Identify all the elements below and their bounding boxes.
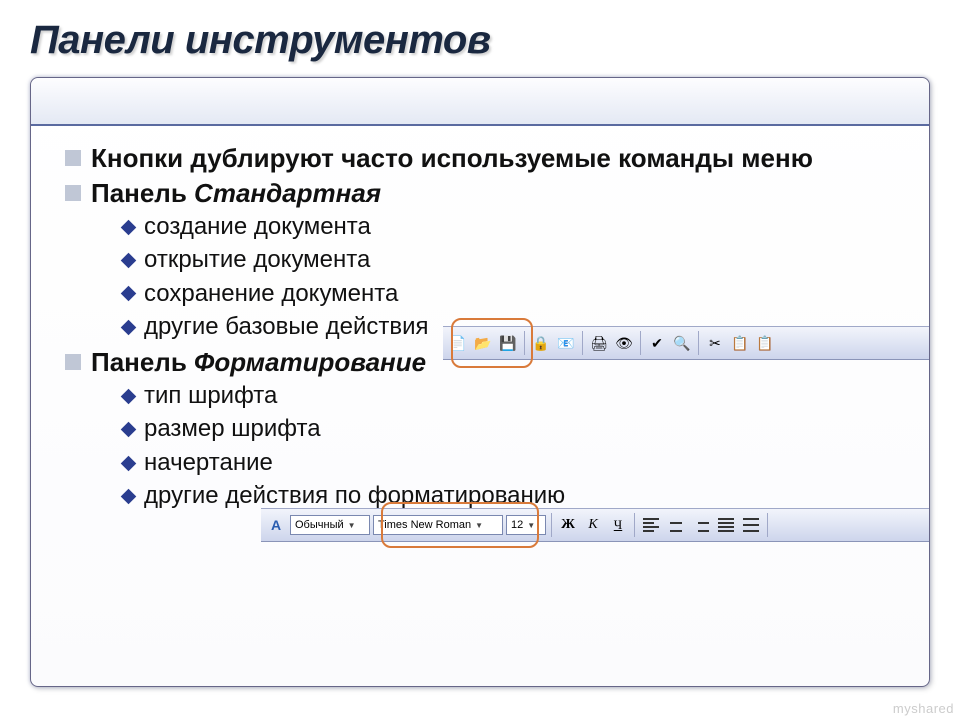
- bullet-2-text: Панель Стандартная: [91, 177, 381, 210]
- bullet-3-italic: Форматирование: [194, 347, 426, 377]
- line-spacing-icon[interactable]: [740, 514, 762, 536]
- list-item: тип шрифта: [123, 380, 895, 412]
- save-icon[interactable]: 💾: [497, 332, 519, 354]
- print-icon[interactable]: 🖨: [588, 332, 610, 354]
- sub-text: открытие документа: [144, 244, 370, 276]
- size-combo-label: 12: [511, 519, 523, 531]
- formatting-toolbar: A Обычный ▼ Times New Roman ▼ 12 ▼ Ж К Ч: [261, 508, 930, 542]
- align-justify-icon[interactable]: [715, 514, 737, 536]
- research-icon[interactable]: 🔍: [671, 332, 693, 354]
- font-combo-label: Times New Roman: [378, 519, 471, 531]
- diamond-bullet-icon: [121, 422, 137, 438]
- bullet-1: Кнопки дублируют часто используемые кома…: [65, 142, 895, 175]
- sub-text: тип шрифта: [144, 380, 277, 412]
- spellcheck-icon[interactable]: ✔: [646, 332, 668, 354]
- sub-text: размер шрифта: [144, 413, 321, 445]
- standard-toolbar: 📄 📂 💾 🔒 📧 🖨 👁 ✔ 🔍 ✂ 📋 📋: [443, 326, 930, 360]
- preview-icon[interactable]: 👁: [613, 332, 635, 354]
- style-combo[interactable]: Обычный ▼: [290, 515, 370, 535]
- standard-sublist: создание документа открытие документа со…: [123, 211, 895, 344]
- list-item: создание документа: [123, 211, 895, 243]
- size-combo[interactable]: 12 ▼: [506, 515, 546, 535]
- separator: [582, 331, 583, 355]
- bullet-1-text: Кнопки дублируют часто используемые кома…: [91, 142, 813, 175]
- watermark: myshared: [893, 701, 954, 716]
- diamond-bullet-icon: [121, 455, 137, 471]
- separator: [767, 513, 768, 537]
- italic-button[interactable]: К: [582, 514, 604, 536]
- sub-text: создание документа: [144, 211, 371, 243]
- diamond-bullet-icon: [121, 253, 137, 269]
- list-item: начертание: [123, 447, 895, 479]
- sub-text: другие базовые действия: [144, 311, 429, 343]
- align-right-icon[interactable]: [690, 514, 712, 536]
- align-left-icon[interactable]: [640, 514, 662, 536]
- permission-icon[interactable]: 🔒: [530, 332, 552, 354]
- list-item: сохранение документа: [123, 278, 895, 310]
- bold-button[interactable]: Ж: [557, 514, 579, 536]
- chevron-down-icon: ▼: [527, 521, 535, 530]
- square-bullet-icon: [65, 185, 81, 201]
- bullet-3-plain: Панель: [91, 347, 194, 377]
- list-item: открытие документа: [123, 244, 895, 276]
- bullet-2-plain: Панель: [91, 178, 194, 208]
- slide-title: Панели инструментов: [30, 18, 930, 63]
- styles-icon[interactable]: A: [265, 514, 287, 536]
- copy-icon[interactable]: 📋: [729, 332, 751, 354]
- diamond-bullet-icon: [121, 489, 137, 505]
- diamond-bullet-icon: [121, 388, 137, 404]
- new-doc-icon[interactable]: 📄: [447, 332, 469, 354]
- chevron-down-icon: ▼: [348, 521, 356, 530]
- paste-icon[interactable]: 📋: [754, 332, 776, 354]
- diamond-bullet-icon: [121, 219, 137, 235]
- mail-icon[interactable]: 📧: [555, 332, 577, 354]
- cut-icon[interactable]: ✂: [704, 332, 726, 354]
- chevron-down-icon: ▼: [475, 521, 483, 530]
- sub-text: сохранение документа: [144, 278, 398, 310]
- separator: [524, 331, 525, 355]
- sub-text: начертание: [144, 447, 273, 479]
- separator: [640, 331, 641, 355]
- separator: [698, 331, 699, 355]
- bullet-2-italic: Стандартная: [194, 178, 381, 208]
- square-bullet-icon: [65, 354, 81, 370]
- separator: [634, 513, 635, 537]
- open-icon[interactable]: 📂: [472, 332, 494, 354]
- bullet-3-text: Панель Форматирование: [91, 346, 426, 379]
- diamond-bullet-icon: [121, 320, 137, 336]
- list-item: размер шрифта: [123, 413, 895, 445]
- format-sublist: тип шрифта размер шрифта начертание друг…: [123, 380, 895, 513]
- style-combo-label: Обычный: [295, 519, 344, 531]
- diamond-bullet-icon: [121, 286, 137, 302]
- font-combo[interactable]: Times New Roman ▼: [373, 515, 503, 535]
- square-bullet-icon: [65, 150, 81, 166]
- underline-button[interactable]: Ч: [607, 514, 629, 536]
- align-center-icon[interactable]: [665, 514, 687, 536]
- separator: [551, 513, 552, 537]
- bullet-2: Панель Стандартная: [65, 177, 895, 210]
- frame-header: [31, 78, 929, 126]
- slide-frame: Кнопки дублируют часто используемые кома…: [30, 77, 930, 687]
